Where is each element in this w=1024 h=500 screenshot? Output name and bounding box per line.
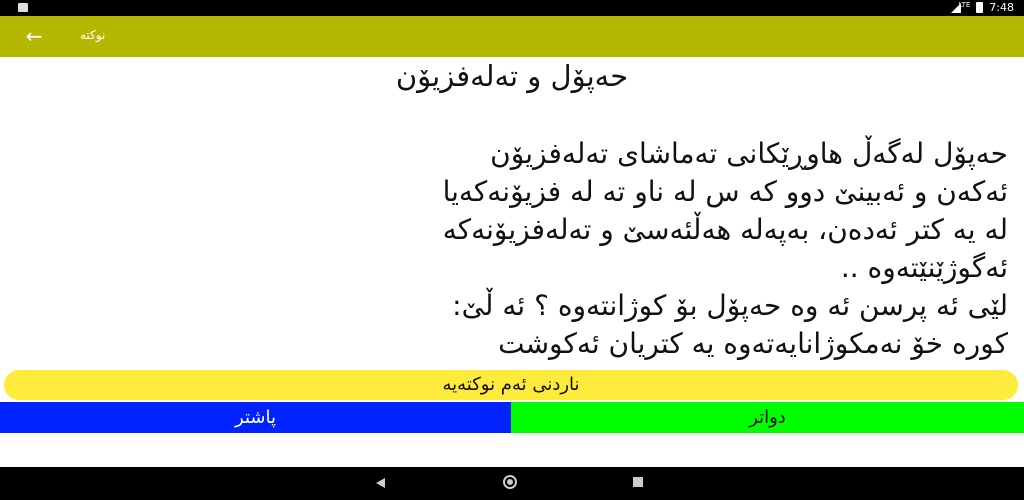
- nav-back-icon[interactable]: [376, 478, 385, 488]
- battery-icon: [976, 2, 984, 13]
- status-time: 7:48: [989, 1, 1014, 14]
- joke-content: حەپۆل و تەلەفزیۆن حەپۆل لەگەڵ هاوڕێکانی …: [0, 57, 1024, 467]
- joke-body: حەپۆل لەگەڵ هاوڕێکانی تەماشای تەلەفزیۆن …: [442, 137, 1008, 360]
- network-label: LTE: [958, 0, 971, 9]
- nav-home-icon[interactable]: [503, 475, 517, 489]
- app-bar: ← نوکتە: [0, 16, 1024, 57]
- next-button[interactable]: دواتر: [511, 402, 1024, 433]
- status-right: LTE 7:48: [950, 0, 1014, 14]
- previous-button[interactable]: پاشتر: [0, 402, 511, 433]
- notification-icon: [18, 3, 28, 12]
- app-bar-title: نوکتە: [80, 28, 106, 42]
- nav-recents-icon[interactable]: [633, 477, 643, 487]
- joke-title: حەپۆل و تەلەفزیۆن: [395, 59, 629, 93]
- send-joke-button[interactable]: ناردنی ئەم نوکتەیە: [4, 370, 1018, 400]
- back-arrow-icon[interactable]: ←: [22, 24, 46, 48]
- status-bar: LTE 7:48: [0, 0, 1024, 16]
- system-nav-bar: [0, 467, 1024, 500]
